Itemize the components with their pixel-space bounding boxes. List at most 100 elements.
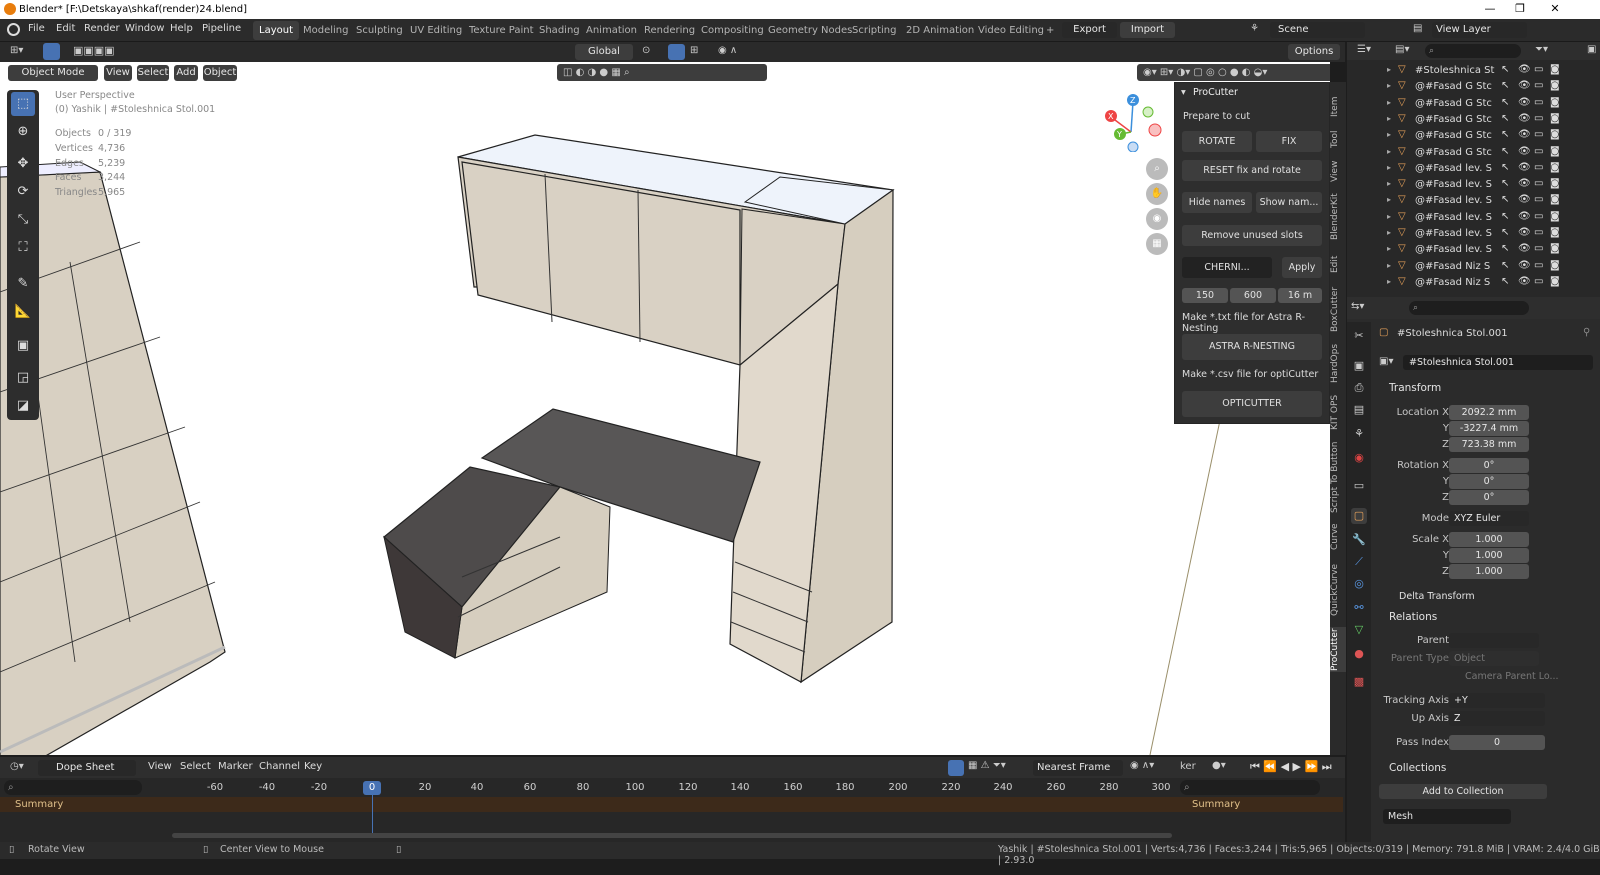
new-collection-icon[interactable]: ▣: [1587, 44, 1596, 55]
render-camera-icon[interactable]: ◙: [1550, 243, 1560, 254]
expand-icon[interactable]: ▸: [1387, 81, 1391, 90]
viewport-disable-icon[interactable]: ▭: [1534, 276, 1543, 287]
collections-section[interactable]: Collections: [1389, 762, 1446, 774]
object-data-icon[interactable]: ▣▾: [1379, 356, 1393, 367]
outliner-item[interactable]: ▸ ▽ @#Fasad G Stc ↖ 👁 ▭ ◙: [1347, 96, 1600, 112]
dope-filter-icons[interactable]: ▦ ⚠ ⏷▾: [968, 760, 1006, 771]
viewport-disable-icon[interactable]: ▭: [1534, 97, 1543, 108]
render-camera-icon[interactable]: ◙: [1550, 80, 1560, 91]
navigation-gizmo[interactable]: Z X Y: [1103, 92, 1163, 152]
material-props-icon[interactable]: ●: [1351, 646, 1367, 662]
expand-icon[interactable]: ▸: [1387, 244, 1391, 253]
menu-file[interactable]: File: [28, 23, 45, 34]
editor-type-icon[interactable]: ⊞▾: [10, 45, 23, 56]
render-camera-icon[interactable]: ◙: [1550, 276, 1560, 287]
tab-rendering[interactable]: Rendering: [638, 21, 701, 40]
tab-blenderkit[interactable]: BlenderKit: [1330, 192, 1346, 242]
scene-props-icon[interactable]: ⚘: [1351, 426, 1367, 442]
viewport-disable-icon[interactable]: ▭: [1534, 80, 1543, 91]
expand-icon[interactable]: ▸: [1387, 98, 1391, 107]
visibility-eye-icon[interactable]: 👁: [1518, 97, 1531, 108]
expand-icon[interactable]: ▸: [1387, 261, 1391, 270]
collapse-icon[interactable]: ▾: [1181, 87, 1186, 98]
orientation-dropdown[interactable]: Global: [575, 44, 633, 60]
collection-name-field[interactable]: Mesh: [1383, 809, 1511, 824]
menu-window[interactable]: Window: [125, 23, 164, 34]
object-menu[interactable]: Object: [203, 65, 237, 81]
reset-button[interactable]: RESET fix and rotate: [1182, 160, 1322, 181]
visibility-eye-icon[interactable]: 👁: [1518, 129, 1531, 140]
outliner-item[interactable]: ▸ ▽ @#Fasad G Stc ↖ 👁 ▭ ◙: [1347, 145, 1600, 161]
menu-help[interactable]: Help: [170, 23, 193, 34]
outliner-item[interactable]: ▸ ▽ @#Fasad G Stc ↖ 👁 ▭ ◙: [1347, 79, 1600, 95]
add-workspace-button[interactable]: +: [1040, 21, 1060, 40]
visibility-eye-icon[interactable]: 👁: [1518, 162, 1531, 173]
select-box-icon[interactable]: [43, 43, 60, 60]
blender-menu-icon[interactable]: [7, 23, 20, 36]
select-toggle-icon[interactable]: ↖: [1501, 227, 1509, 238]
tab-video-editing[interactable]: Video Editing: [972, 21, 1050, 40]
opticutter-button[interactable]: OPTICUTTER: [1182, 391, 1322, 417]
viewport-disable-icon[interactable]: ▭: [1534, 64, 1543, 75]
menu-render[interactable]: Render: [84, 23, 120, 34]
select-toggle-icon[interactable]: ↖: [1501, 211, 1509, 222]
tab-layout[interactable]: Layout: [253, 21, 299, 40]
view-layer-props-icon[interactable]: ▤: [1351, 402, 1367, 418]
astra-button[interactable]: ASTRA R-NESTING: [1182, 334, 1322, 360]
rotate-button[interactable]: ROTATE: [1182, 131, 1252, 152]
dope-mode-dropdown[interactable]: Dope Sheet: [38, 760, 136, 776]
select-toggle-icon[interactable]: ↖: [1501, 260, 1509, 271]
shading-buttons-bar[interactable]: ◫ ◐ ◑ ● ▦ ⌕: [557, 64, 767, 81]
select-toggle-icon[interactable]: ↖: [1501, 146, 1509, 157]
visibility-eye-icon[interactable]: 👁: [1518, 227, 1531, 238]
render-camera-icon[interactable]: ◙: [1550, 64, 1560, 75]
tab-compositing[interactable]: Compositing: [695, 21, 770, 40]
visibility-eye-icon[interactable]: 👁: [1518, 113, 1531, 124]
visibility-eye-icon[interactable]: 👁: [1518, 211, 1531, 222]
viewport-shading-bar[interactable]: ◉▾ ⊞▾ ◑▾ ▢ ◎ ○ ● ◐ ◒▾: [1137, 64, 1330, 81]
expand-icon[interactable]: ▸: [1387, 65, 1391, 74]
value-600-field[interactable]: 600: [1230, 288, 1276, 303]
pivot-icon[interactable]: ⊙: [642, 45, 650, 56]
value-16m-field[interactable]: 16 m: [1278, 288, 1322, 303]
add-menu[interactable]: Add: [174, 65, 198, 81]
data-props-icon[interactable]: ▽: [1351, 622, 1367, 638]
show-names-button[interactable]: Show nam...: [1256, 192, 1322, 213]
render-camera-icon[interactable]: ◙: [1550, 146, 1560, 157]
viewport-disable-icon[interactable]: ▭: [1534, 129, 1543, 140]
select-toggle-icon[interactable]: ↖: [1501, 194, 1509, 205]
outliner-item[interactable]: ▸ ▽ @#Fasad G Stc ↖ 👁 ▭ ◙: [1347, 112, 1600, 128]
render-camera-icon[interactable]: ◙: [1550, 194, 1560, 205]
expand-icon[interactable]: ▸: [1387, 277, 1391, 286]
render-camera-icon[interactable]: ◙: [1550, 162, 1560, 173]
fix-button[interactable]: FIX: [1256, 131, 1322, 152]
select-box-tool-icon[interactable]: ⬚: [11, 92, 35, 116]
select-toggle-icon[interactable]: ↖: [1501, 129, 1509, 140]
render-camera-icon[interactable]: ◙: [1550, 129, 1560, 140]
transform-section[interactable]: Transform: [1389, 382, 1441, 394]
tab-view[interactable]: View: [1330, 158, 1346, 184]
expand-icon[interactable]: ▸: [1387, 195, 1391, 204]
material-field[interactable]: CHERNI...: [1182, 257, 1272, 278]
outliner-item[interactable]: ▸ ▽ @#Fasad G Stc ↖ 👁 ▭ ◙: [1347, 128, 1600, 144]
select-toggle-icon[interactable]: ↖: [1501, 178, 1509, 189]
up-axis-dropdown[interactable]: Z: [1449, 711, 1545, 726]
viewport-disable-icon[interactable]: ▭: [1534, 227, 1543, 238]
tab-2d-animation[interactable]: 2D Animation: [900, 21, 980, 40]
render-camera-icon[interactable]: ◙: [1550, 211, 1560, 222]
record-icon[interactable]: ●▾: [1212, 760, 1226, 771]
select-toggle-icon[interactable]: ↖: [1501, 80, 1509, 91]
select-toggle-icon[interactable]: ↖: [1501, 243, 1509, 254]
location-z-field[interactable]: 723.38 mm: [1449, 437, 1529, 452]
zoom-icon[interactable]: ⌕: [1146, 158, 1168, 180]
visibility-eye-icon[interactable]: 👁: [1518, 243, 1531, 254]
close-icon[interactable]: ✕: [1540, 0, 1570, 19]
maximize-icon[interactable]: ❐: [1505, 0, 1535, 19]
properties-type-icon[interactable]: ⇆▾: [1351, 301, 1364, 312]
tab-kitops[interactable]: KIT OPS: [1330, 392, 1346, 432]
dope-editor-type-icon[interactable]: ◷▾: [10, 761, 24, 772]
expand-icon[interactable]: ▸: [1387, 163, 1391, 172]
properties-search-input[interactable]: ⌕: [1409, 301, 1529, 315]
outliner-item[interactable]: ▸ ▽ @#Fasad lev. S ↖ 👁 ▭ ◙: [1347, 242, 1600, 258]
tab-geometry-nodes[interactable]: Geometry Nodes: [762, 21, 858, 40]
